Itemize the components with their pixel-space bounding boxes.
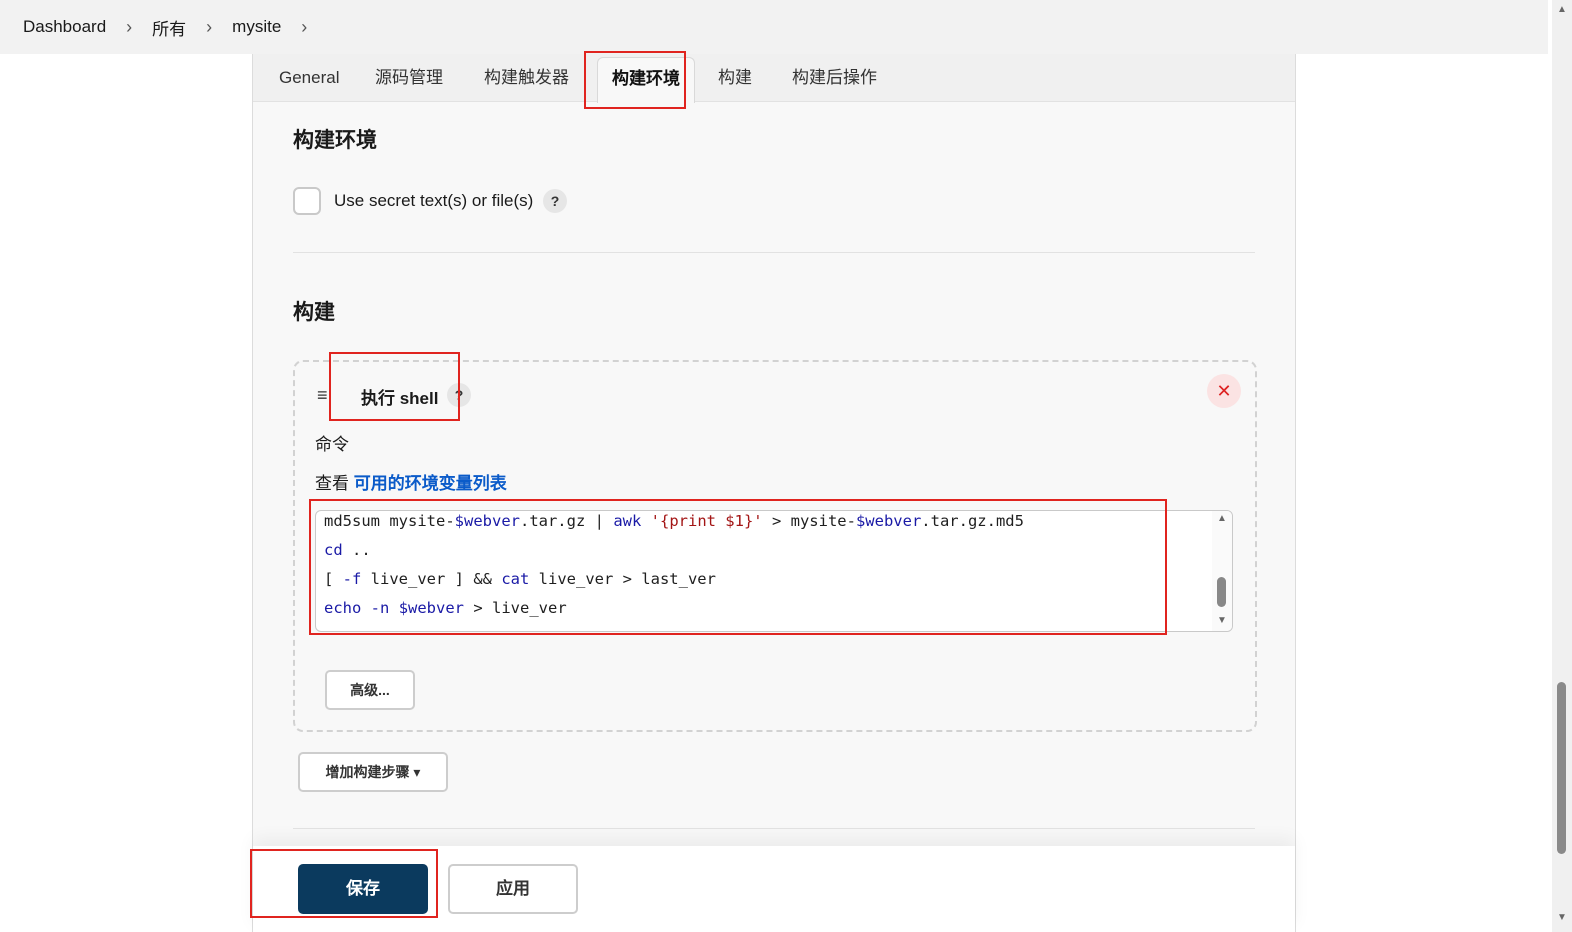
help-icon[interactable]: ?: [543, 189, 567, 213]
breadcrumb-separator-icon[interactable]: ›: [126, 17, 132, 38]
breadcrumb: Dashboard › 所有 › mysite ›: [0, 15, 327, 40]
scroll-up-icon[interactable]: ▲: [1217, 513, 1227, 524]
breadcrumb-all[interactable]: 所有: [152, 15, 186, 40]
drag-handle-icon[interactable]: ≡: [317, 386, 335, 404]
tab-build-environment[interactable]: 构建环境: [597, 57, 695, 103]
command-editor[interactable]: md5sum mysite-$webver.tar.gz | awk '{pri…: [315, 510, 1233, 632]
tab-general[interactable]: General: [279, 54, 339, 101]
apply-button[interactable]: 应用: [448, 864, 578, 914]
env-vars-link[interactable]: 可用的环境变量列表: [354, 474, 507, 493]
breadcrumb-separator-icon[interactable]: ›: [301, 17, 307, 38]
close-icon[interactable]: ✕: [1207, 374, 1241, 408]
section-divider: [293, 252, 1255, 253]
command-label: 命令: [315, 435, 349, 454]
tab-build-triggers[interactable]: 构建触发器: [484, 54, 569, 101]
save-button[interactable]: 保存: [298, 864, 428, 914]
breadcrumb-mysite[interactable]: mysite: [232, 17, 281, 37]
scroll-down-icon[interactable]: ▼: [1217, 615, 1227, 626]
tab-source-management[interactable]: 源码管理: [375, 54, 443, 101]
breadcrumb-bar: Dashboard › 所有 › mysite ›: [0, 0, 1548, 54]
secret-checkbox[interactable]: [293, 187, 321, 215]
scroll-down-icon[interactable]: ▼: [1557, 912, 1567, 923]
add-build-step-button[interactable]: 增加构建步骤 ▾: [298, 752, 448, 792]
editor-scroll-thumb[interactable]: [1217, 577, 1226, 607]
section-divider: [293, 828, 1255, 829]
breadcrumb-dashboard[interactable]: Dashboard: [23, 17, 106, 37]
page-scroll-thumb[interactable]: [1557, 682, 1566, 854]
shell-step-title: 执行 shell: [361, 389, 439, 408]
build-environment-heading: 构建环境: [293, 129, 377, 152]
page-scrollbar[interactable]: ▲ ▼: [1552, 0, 1572, 932]
env-vars-prefix: 查看: [315, 474, 349, 493]
code-line: cd ..: [324, 541, 371, 559]
add-build-step-label: 增加构建步骤: [325, 764, 410, 780]
build-heading: 构建: [293, 301, 335, 324]
config-panel: General 源码管理 构建触发器 构建环境 构建 构建后操作 构建环境 Us…: [252, 54, 1296, 932]
tab-post-build-actions[interactable]: 构建后操作: [792, 54, 877, 101]
advanced-button[interactable]: 高级...: [325, 670, 415, 710]
scroll-up-icon[interactable]: ▲: [1557, 4, 1567, 15]
caret-down-icon: ▾: [413, 764, 421, 780]
secret-checkbox-label: Use secret text(s) or file(s): [334, 191, 534, 210]
help-icon[interactable]: ?: [447, 383, 471, 407]
env-vars-line: 查看 可用的环境变量列表: [315, 469, 507, 494]
shell-step-card: ≡ 执行 shell ? ✕ 命令 查看 可用的环境变量列表 md5sum my…: [293, 360, 1257, 732]
code-line: [ -f live_ver ] && cat live_ver > last_v…: [324, 570, 716, 588]
config-tabs: General 源码管理 构建触发器 构建环境 构建 构建后操作: [253, 54, 1295, 103]
breadcrumb-separator-icon[interactable]: ›: [206, 17, 212, 38]
tab-build[interactable]: 构建: [718, 54, 752, 101]
editor-scrollbar[interactable]: ▲ ▼: [1212, 511, 1232, 631]
code-line: echo -n $webver > live_ver: [324, 599, 567, 617]
footer-bar: 保存 应用: [253, 846, 1295, 932]
code-line: md5sum mysite-$webver.tar.gz | awk '{pri…: [324, 512, 1024, 530]
